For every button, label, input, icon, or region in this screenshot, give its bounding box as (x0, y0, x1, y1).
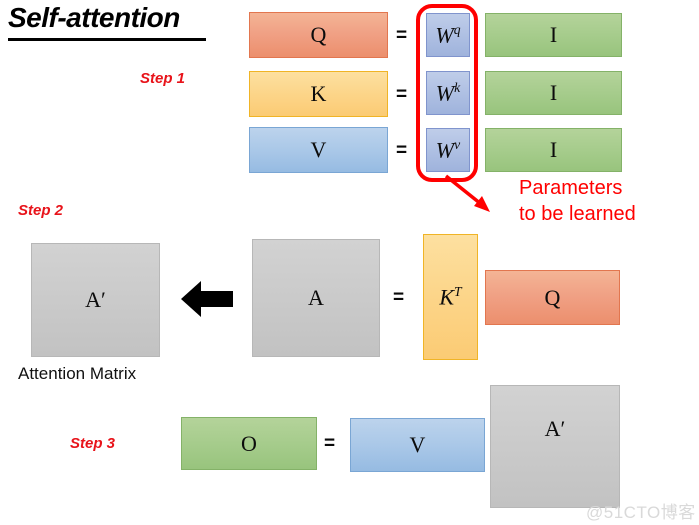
callout-line-1: Parameters (519, 177, 623, 199)
matrix-box-i-1: I (485, 13, 622, 57)
matrix-label-k: K (310, 81, 327, 106)
matrix-box-a: A (252, 239, 380, 357)
callout-arrow-icon (444, 174, 490, 212)
equals-sign-q: = (396, 25, 408, 46)
matrix-label-o: O (241, 430, 257, 456)
matrix-box-k-transpose: KT (423, 234, 478, 360)
left-block-arrow-icon (181, 281, 233, 317)
equals-sign-step3: = (324, 433, 336, 454)
page-title: Self-attention (8, 2, 180, 33)
weight-matrices-highlight (416, 4, 478, 182)
matrix-box-q: Q (249, 12, 388, 58)
matrix-label-i-1: I (549, 22, 558, 47)
matrix-box-v-step3: V (350, 418, 485, 472)
slide-canvas: Self-attention Step 1 Step 2 Step 3 Q = … (0, 0, 699, 525)
step-label-1: Step 1 (140, 70, 186, 87)
callout-text: Parameters to be learned (519, 176, 636, 227)
matrix-label-a-prime-step3: A′ (544, 416, 566, 441)
matrix-label-a-prime-step2: A′ (85, 287, 106, 312)
step-label-2: Step 2 (18, 202, 64, 219)
equals-sign-step2: = (393, 287, 405, 308)
matrix-label-a: A (308, 285, 324, 310)
matrix-box-a-prime-step2: A′ (31, 243, 160, 357)
matrix-box-i-3: I (485, 128, 622, 172)
step-label-3: Step 3 (70, 435, 116, 452)
matrix-label-i-3: I (549, 137, 558, 162)
title-underline (8, 38, 206, 41)
matrix-box-q-step2: Q (485, 270, 620, 325)
matrix-box-o: O (181, 417, 317, 470)
matrix-label-v-step3: V (409, 432, 426, 457)
matrix-box-i-2: I (485, 71, 622, 115)
equals-sign-v: = (396, 140, 408, 161)
matrix-box-a-prime-step3: A′ (490, 385, 620, 508)
matrix-label-q-step2: Q (544, 284, 561, 310)
attention-matrix-caption: Attention Matrix (18, 364, 137, 383)
matrix-label-k-transpose: KT (439, 284, 462, 310)
matrix-label-v-1: V (310, 137, 327, 162)
matrix-label-i-2: I (549, 80, 558, 105)
matrix-box-v-1: V (249, 127, 388, 173)
matrix-box-k: K (249, 71, 388, 117)
equals-sign-k: = (396, 84, 408, 105)
callout-line-2: to be learned (519, 202, 636, 225)
matrix-label-q: Q (310, 22, 327, 47)
